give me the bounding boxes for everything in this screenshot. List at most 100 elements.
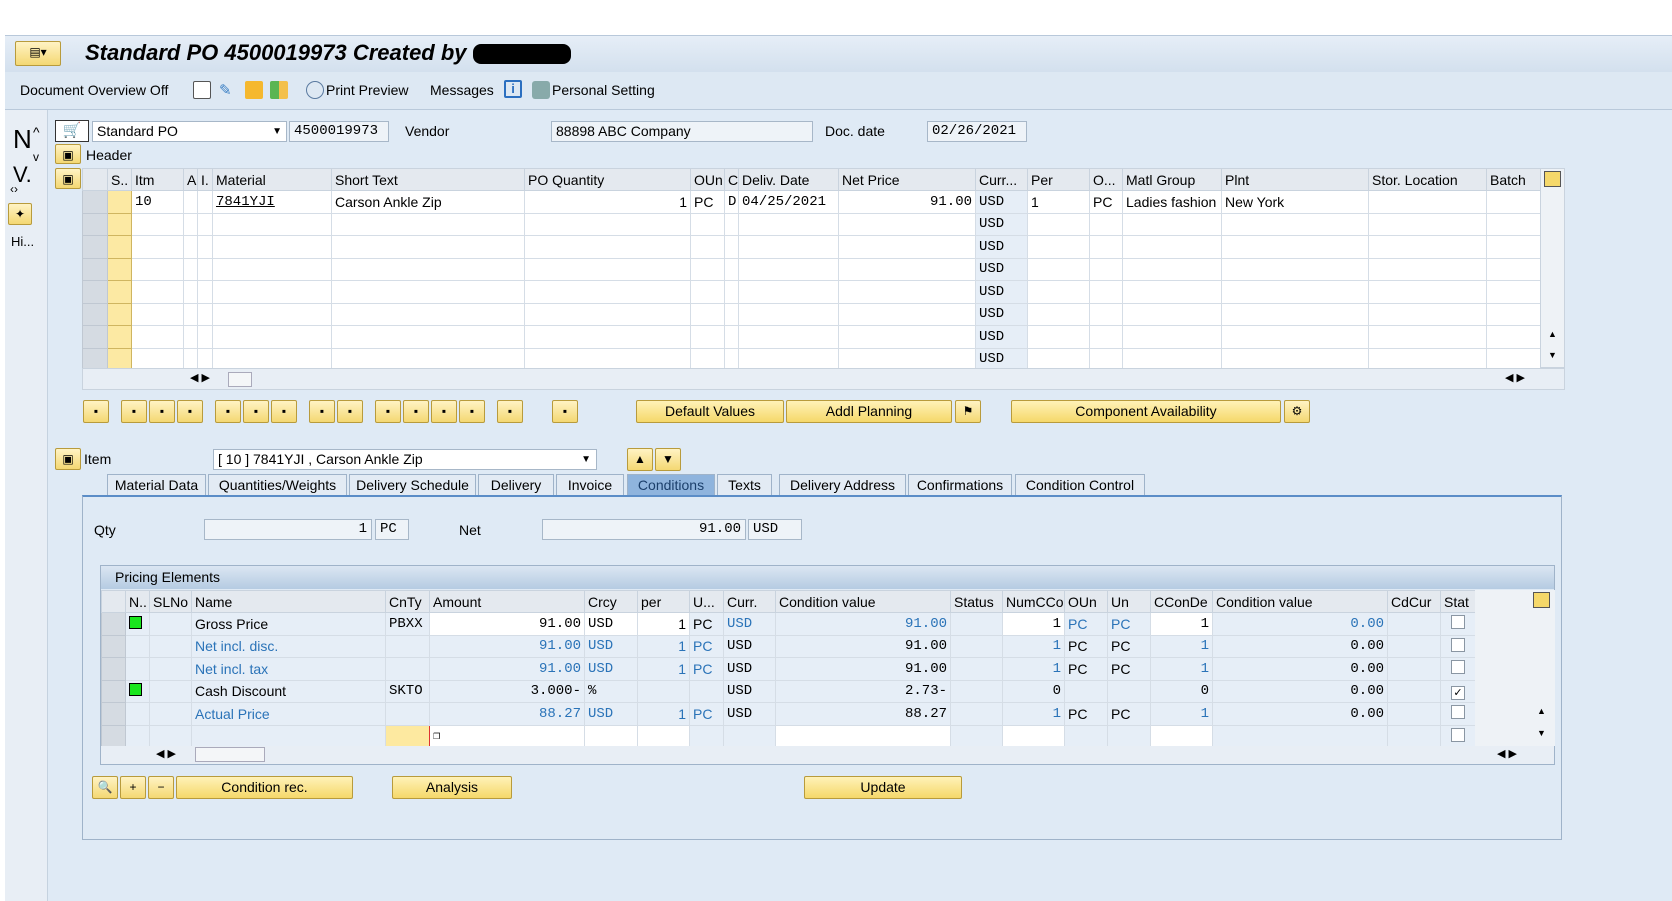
status-cell[interactable] <box>107 235 132 259</box>
new-document-icon[interactable] <box>193 81 211 99</box>
cart-icon[interactable]: 🛒 <box>55 120 89 142</box>
table-cell[interactable] <box>1027 257 1090 281</box>
table-cell[interactable] <box>183 280 198 304</box>
pricing-vertical-scrollbar[interactable]: ▲ ▼ <box>1475 590 1555 746</box>
insert-row-icon[interactable]: + <box>120 776 146 799</box>
table-cell[interactable] <box>183 257 198 281</box>
table-cell[interactable] <box>738 257 839 281</box>
column-header[interactable]: Plnt <box>1221 168 1369 191</box>
table-cell[interactable]: Ladies fashion <box>1122 190 1222 214</box>
table-row[interactable]: ❐ <box>101 724 1476 748</box>
table-cell[interactable] <box>1221 302 1369 326</box>
table-cell[interactable] <box>131 302 184 326</box>
table-cell[interactable] <box>724 325 739 349</box>
table-cell[interactable] <box>1221 257 1369 281</box>
default-values-button[interactable]: Default Values <box>636 400 784 423</box>
scroll-up-icon[interactable]: ▲ <box>1548 329 1557 339</box>
table-cell[interactable] <box>838 212 976 236</box>
column-header[interactable]: CnTy <box>385 590 430 613</box>
condition-rec-button[interactable]: Condition rec. <box>176 776 353 799</box>
column-header[interactable]: PO Quantity <box>524 168 691 191</box>
table-cell[interactable] <box>738 235 839 259</box>
table-cell[interactable] <box>1089 257 1123 281</box>
table-cell[interactable] <box>1122 280 1222 304</box>
hold-icon[interactable] <box>270 81 288 99</box>
doc-type-select[interactable]: Standard PO ▼ <box>92 121 287 142</box>
table-cell[interactable] <box>212 302 332 326</box>
delete-row-icon[interactable]: − <box>148 776 174 799</box>
personal-setting-button[interactable]: Personal Setting <box>552 82 655 98</box>
column-header[interactable]: Short Text <box>331 168 525 191</box>
scroll-right-icon[interactable]: ◀ ▶ <box>1505 371 1525 384</box>
column-header[interactable]: Curr... <box>975 168 1028 191</box>
table-cell[interactable] <box>212 280 332 304</box>
table-cell[interactable] <box>183 235 198 259</box>
table-cell[interactable] <box>183 325 198 349</box>
tab-confirmations[interactable]: Confirmations <box>908 474 1012 496</box>
table-cell[interactable] <box>724 302 739 326</box>
table-cell[interactable] <box>1122 257 1222 281</box>
column-header[interactable]: CdCur <box>1387 590 1441 613</box>
condition-details-icon[interactable]: 🔍 <box>92 776 118 799</box>
table-cell[interactable] <box>524 212 691 236</box>
analysis-button[interactable]: Analysis <box>392 776 512 799</box>
row-selector[interactable] <box>101 612 126 636</box>
table-cell[interactable] <box>331 235 525 259</box>
table-cell[interactable] <box>197 302 213 326</box>
table-cell[interactable] <box>1368 212 1487 236</box>
column-header[interactable]: I. <box>197 168 213 191</box>
column-header[interactable]: Crcy <box>584 590 638 613</box>
table-cell[interactable] <box>738 280 839 304</box>
row-selector[interactable] <box>82 302 108 326</box>
table-cell[interactable] <box>131 212 184 236</box>
table-row[interactable]: USD <box>82 235 1541 259</box>
messages-button[interactable]: Messages <box>430 82 494 98</box>
table-cell[interactable] <box>197 235 213 259</box>
copy-row-icon[interactable]: ▪ <box>309 400 335 423</box>
table-cell[interactable] <box>1486 302 1541 326</box>
table-cell[interactable] <box>197 325 213 349</box>
table-cell[interactable] <box>183 302 198 326</box>
column-header[interactable]: OUn <box>690 168 725 191</box>
subtotal-icon[interactable]: ▪ <box>459 400 485 423</box>
next-item-button[interactable]: ▼ <box>655 448 681 471</box>
column-header[interactable]: CConDe <box>1150 590 1213 613</box>
sort-asc-icon[interactable]: ▪ <box>375 400 401 423</box>
filter-icon[interactable]: ▪ <box>431 400 457 423</box>
table-cell[interactable] <box>690 235 725 259</box>
value-help-icon[interactable]: ❐ <box>433 729 440 743</box>
table-cell[interactable] <box>1150 724 1213 748</box>
table-cell[interactable] <box>331 257 525 281</box>
condition-type-input[interactable] <box>385 724 430 748</box>
status-cell[interactable] <box>107 257 132 281</box>
scroll-left-icon[interactable]: ◀ ▶ <box>190 371 210 384</box>
column-config-icon[interactable] <box>1544 171 1561 187</box>
print-preview-button[interactable]: Print Preview <box>326 82 408 98</box>
table-cell[interactable] <box>212 235 332 259</box>
vendor-field[interactable]: 88898 ABC Company <box>551 121 813 142</box>
table-cell[interactable] <box>1368 190 1487 214</box>
history-tab[interactable]: Hi... <box>11 234 34 249</box>
tab-texts[interactable]: Texts <box>717 474 772 496</box>
table-cell[interactable] <box>524 325 691 349</box>
table-cell[interactable] <box>637 724 690 748</box>
copy-icon[interactable]: ▪ <box>177 400 203 423</box>
table-cell[interactable] <box>524 280 691 304</box>
table-row[interactable]: USD <box>82 212 1541 236</box>
planning-icon[interactable]: ⚑ <box>955 400 981 423</box>
column-header[interactable]: per <box>637 590 690 613</box>
column-header[interactable]: NumCCo <box>1002 590 1065 613</box>
table-cell[interactable] <box>131 235 184 259</box>
table-cell[interactable] <box>212 212 332 236</box>
table-cell[interactable] <box>724 257 739 281</box>
table-cell[interactable]: 91.00 <box>838 190 976 214</box>
deselect-icon[interactable]: ▪ <box>149 400 175 423</box>
table-cell[interactable] <box>197 190 213 214</box>
table-cell[interactable] <box>1002 724 1065 748</box>
column-header[interactable]: Material <box>212 168 332 191</box>
table-cell[interactable] <box>1486 325 1541 349</box>
table-cell[interactable] <box>690 212 725 236</box>
row-selector[interactable] <box>82 235 108 259</box>
print-preview-icon[interactable] <box>306 81 324 99</box>
table-cell[interactable] <box>197 257 213 281</box>
